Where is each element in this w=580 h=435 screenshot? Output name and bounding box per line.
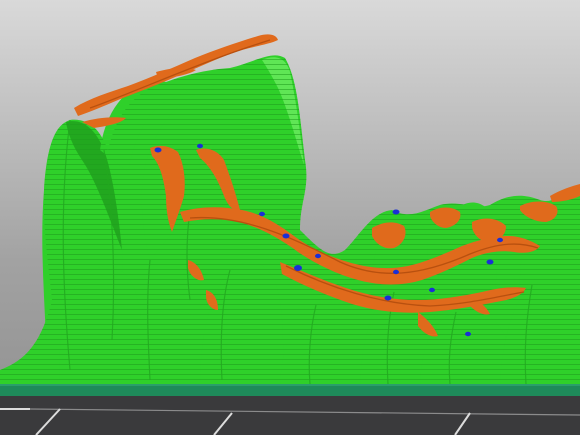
interface-point [465, 331, 471, 337]
interface-point [197, 143, 203, 149]
interface-point [259, 211, 265, 217]
interface-point [429, 287, 435, 293]
interface-point [315, 253, 321, 259]
interface-point [294, 265, 302, 271]
interface-point [486, 259, 494, 265]
print-bed [0, 380, 580, 435]
interface-point [154, 147, 162, 153]
interface-point [384, 295, 392, 301]
interface-point [392, 209, 400, 215]
interface-point [497, 237, 503, 243]
interface-point [282, 233, 290, 239]
preview-scene[interactable] [0, 0, 580, 435]
gcode-preview-viewport[interactable] [0, 0, 580, 435]
interface-point [393, 269, 399, 275]
